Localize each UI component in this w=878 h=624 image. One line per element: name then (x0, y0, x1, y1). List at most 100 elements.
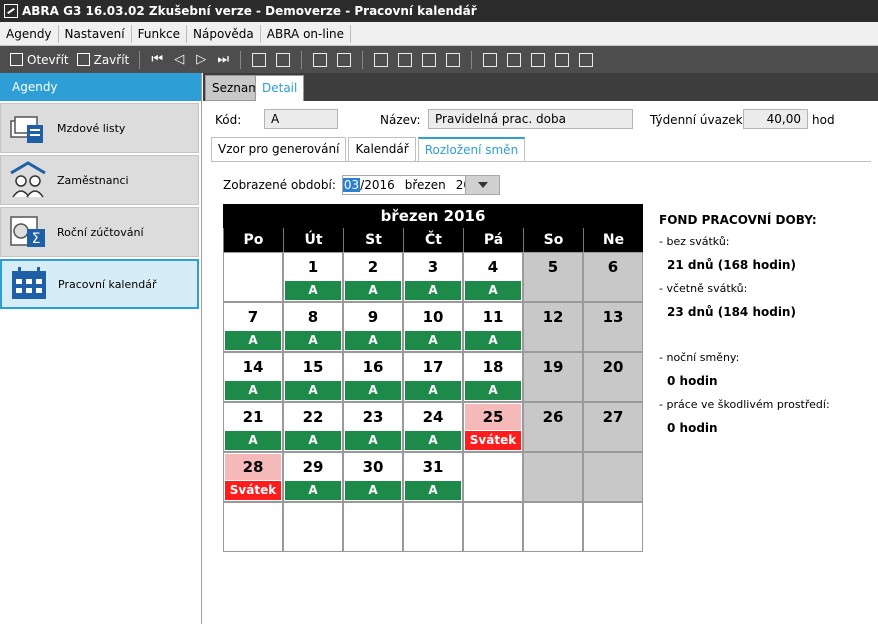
period-month-num: 03 (342, 178, 361, 192)
calendar-day-cell[interactable]: 11 A (463, 302, 523, 352)
next-record-icon[interactable]: ▷ (195, 52, 207, 67)
help-icon[interactable] (483, 52, 498, 67)
close-button[interactable]: Zavřít (73, 49, 134, 71)
sidebar-item-label: Roční zúčtování (57, 225, 144, 239)
sidebar-item-pracovni-kalendar[interactable]: Pracovní kalendář (0, 259, 199, 309)
tab-detail[interactable]: Detail (255, 75, 305, 101)
calendar-day-cell[interactable]: 25 Svátek (463, 402, 523, 452)
calendar-day-cell[interactable]: 15 A (283, 352, 343, 402)
note-icon[interactable] (579, 52, 594, 67)
calendar-day-cell[interactable]: 5 (523, 252, 583, 302)
day-number (465, 504, 521, 530)
calendar-day-cell[interactable]: 27 (583, 402, 643, 452)
open-button[interactable]: Otevřít (6, 49, 73, 71)
calendar-day-cell[interactable]: 6 (583, 252, 643, 302)
calendar-day-cell[interactable]: 20 (583, 352, 643, 402)
calendar-day-cell[interactable]: 21 A (223, 402, 283, 452)
day-number: 10 (422, 308, 444, 326)
calendar-day-cell[interactable] (523, 452, 583, 502)
delete-icon[interactable] (422, 52, 437, 67)
shift-badge: A (345, 431, 401, 450)
holiday-badge: Svátek (225, 481, 281, 500)
day-number: 18 (482, 358, 504, 376)
calendar-day-cell[interactable]: 24 A (403, 402, 463, 452)
uvazek-field[interactable]: 40,00 (743, 109, 808, 129)
sidebar-item-rocni-zuctovani[interactable]: Σ Roční zúčtování (0, 207, 199, 257)
shift-calendar: březen 2016 Po Út St Čt Pá So Ne 1A2A3A4… (223, 204, 643, 552)
calendar-day-cell[interactable]: 14 A (223, 352, 283, 402)
nazev-field[interactable]: Pravidelná prac. doba (428, 109, 633, 129)
last-record-icon[interactable]: ⏭ (217, 52, 229, 67)
open-icon (10, 53, 23, 66)
calendar-day-cell[interactable]: 13 (583, 302, 643, 352)
calendar-day-cell[interactable]: 9A (343, 302, 403, 352)
annual-settlement-icon: Σ (10, 216, 45, 247)
calendar-day-cell[interactable] (523, 502, 583, 552)
calendar-day-cell[interactable]: 10 A (403, 302, 463, 352)
calendar-day-cell[interactable]: 30 A (343, 452, 403, 502)
tab-vzor-pro-generovani[interactable]: Vzor pro generování (211, 137, 347, 161)
period-select[interactable]: 03 /2016 březen 2016 (341, 175, 500, 195)
calendar-day-cell[interactable]: 12 (523, 302, 583, 352)
menu-napoveda[interactable]: Nápověda (187, 24, 261, 43)
calendar-day-cell[interactable]: 22 A (283, 402, 343, 452)
document-icon[interactable] (446, 52, 461, 67)
toolbar-separator (471, 50, 473, 69)
calendar-day-cell[interactable]: 16 A (343, 352, 403, 402)
sidebar-item-zamestnanci[interactable]: Zaměstnanci (0, 155, 199, 205)
calendar-title: březen 2016 (223, 204, 643, 228)
calendar-day-cell[interactable] (283, 502, 343, 552)
sidebar-item-label: Pracovní kalendář (58, 277, 157, 291)
calendar-day-cell[interactable] (223, 252, 283, 302)
tab-rozlozeni-smen[interactable]: Rozložení směn (417, 137, 526, 161)
sidebar-item-mzdove-listy[interactable]: Mzdové listy (0, 103, 199, 153)
calendar-day-cell[interactable] (583, 502, 643, 552)
menu-nastaveni[interactable]: Nastavení (59, 24, 132, 43)
calendar-day-cell[interactable]: 28 Svátek (223, 452, 283, 502)
app-logo-icon (4, 4, 18, 18)
day-number: 22 (302, 408, 324, 426)
filter-icon[interactable] (531, 52, 546, 67)
calendar-day-cell[interactable]: 18 A (463, 352, 523, 402)
calendar-day-cell[interactable]: 19 (523, 352, 583, 402)
edit-icon[interactable] (374, 52, 389, 67)
settings-icon[interactable] (555, 52, 570, 67)
calendar-day-cell[interactable] (463, 452, 523, 502)
tab-kalendar[interactable]: Kalendář (348, 137, 416, 161)
calendar-day-cell[interactable]: 1A (283, 252, 343, 302)
calendar-day-cell[interactable] (403, 502, 463, 552)
calendar-day-cell[interactable]: 31 A (403, 452, 463, 502)
first-record-icon[interactable]: ⏮ (151, 52, 163, 67)
toolbar-separator (139, 50, 141, 69)
calendar-day-cell[interactable]: 8A (283, 302, 343, 352)
page-icon[interactable] (337, 52, 352, 67)
calendar-day-cell[interactable] (583, 452, 643, 502)
calendar-day-cell[interactable]: 23 A (343, 402, 403, 452)
calendar-day-cell[interactable]: 2A (343, 252, 403, 302)
prev-record-icon[interactable]: ◁ (173, 52, 185, 67)
calendar-day-cell[interactable]: 17 A (403, 352, 463, 402)
calendar-day-cell[interactable] (223, 502, 283, 552)
calendar-day-cell[interactable] (343, 502, 403, 552)
day-number: 2 (367, 258, 379, 276)
calendar-day-cell[interactable]: 4A (463, 252, 523, 302)
calendar-day-cell[interactable]: 29 A (283, 452, 343, 502)
menu-abra-online[interactable]: ABRA on-line (261, 24, 352, 43)
new-record-icon[interactable] (252, 52, 267, 67)
kod-field[interactable]: A (264, 109, 338, 129)
query-icon[interactable] (507, 52, 522, 67)
calendar-day-cell[interactable]: 3A (403, 252, 463, 302)
uvazek-label: Týdenní úvazek: (650, 113, 747, 127)
menu-funkce[interactable]: Funkce (132, 24, 188, 43)
calendar-day-cell[interactable]: 26 (523, 402, 583, 452)
print-icon[interactable] (313, 52, 328, 67)
calendar-day-cell[interactable] (463, 502, 523, 552)
calendar-day-cell[interactable]: 7A (223, 302, 283, 352)
chevron-down-icon[interactable] (464, 176, 499, 194)
menu-agendy[interactable]: Agendy (0, 24, 59, 43)
fund-title: FOND PRACOVNÍ DOBY: (659, 213, 817, 227)
day-number (585, 504, 641, 530)
day-number: 19 (542, 358, 564, 376)
copy-record-icon[interactable] (276, 52, 291, 67)
duplicate-icon[interactable] (398, 52, 413, 67)
